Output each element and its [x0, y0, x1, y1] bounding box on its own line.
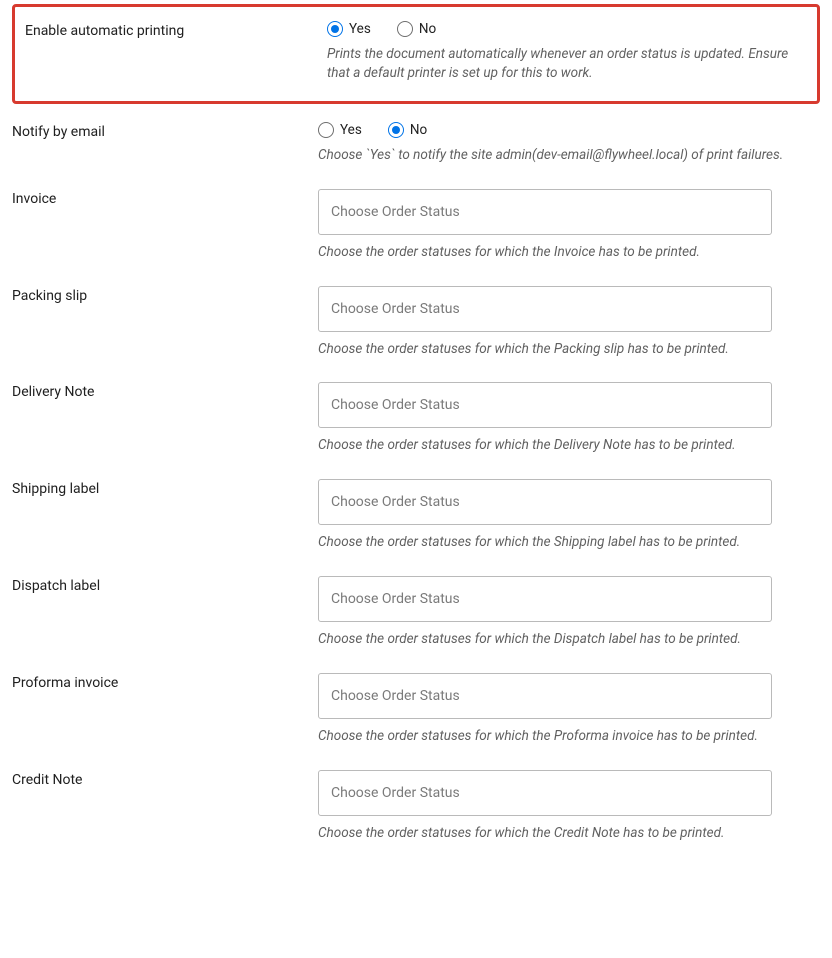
credit-row: Credit Note Choose Order Status Choose t… [12, 760, 820, 857]
notify-email-row: Notify by email Yes No Choose `Yes` to n… [12, 112, 820, 179]
shipping-label: Shipping label [12, 479, 318, 552]
credit-desc: Choose the order statuses for which the … [318, 824, 820, 843]
notify-email-no-radio[interactable]: No [388, 122, 427, 138]
enable-printing-yes-radio[interactable]: Yes [327, 21, 371, 37]
proforma-status-select[interactable]: Choose Order Status [318, 673, 772, 719]
credit-label: Credit Note [12, 770, 318, 843]
radio-on-icon [388, 122, 404, 138]
notify-email-no-label: No [410, 122, 427, 138]
enable-auto-printing-row: Enable automatic printing Yes No Prints … [21, 21, 811, 83]
enable-auto-printing-desc: Prints the document automatically whenev… [327, 45, 811, 83]
dispatch-label: Dispatch label [12, 576, 318, 649]
notify-email-yes-radio[interactable]: Yes [318, 122, 362, 138]
proforma-row: Proforma invoice Choose Order Status Cho… [12, 663, 820, 760]
notify-email-desc: Choose `Yes` to notify the site admin(de… [318, 146, 820, 165]
invoice-row: Invoice Choose Order Status Choose the o… [12, 179, 820, 276]
packing-status-select[interactable]: Choose Order Status [318, 286, 772, 332]
dispatch-row: Dispatch label Choose Order Status Choos… [12, 566, 820, 663]
delivery-field: Choose Order Status Choose the order sta… [318, 382, 820, 455]
enable-printing-no-radio[interactable]: No [397, 21, 436, 37]
notify-email-radios: Yes No [318, 122, 820, 138]
packing-desc: Choose the order statuses for which the … [318, 340, 820, 359]
radio-off-icon [397, 21, 413, 37]
shipping-status-select[interactable]: Choose Order Status [318, 479, 772, 525]
shipping-field: Choose Order Status Choose the order sta… [318, 479, 820, 552]
packing-label: Packing slip [12, 286, 318, 359]
radio-off-icon [318, 122, 334, 138]
dispatch-status-select[interactable]: Choose Order Status [318, 576, 772, 622]
credit-field: Choose Order Status Choose the order sta… [318, 770, 820, 843]
enable-printing-yes-label: Yes [349, 21, 371, 37]
dispatch-field: Choose Order Status Choose the order sta… [318, 576, 820, 649]
notify-email-yes-label: Yes [340, 122, 362, 138]
shipping-row: Shipping label Choose Order Status Choos… [12, 469, 820, 566]
invoice-label: Invoice [12, 189, 318, 262]
dispatch-desc: Choose the order statuses for which the … [318, 630, 820, 649]
enable-printing-no-label: No [419, 21, 436, 37]
proforma-label: Proforma invoice [12, 673, 318, 746]
shipping-desc: Choose the order statuses for which the … [318, 533, 820, 552]
invoice-status-select[interactable]: Choose Order Status [318, 189, 772, 235]
settings-form: Enable automatic printing Yes No Prints … [0, 4, 832, 877]
enable-auto-printing-highlight: Enable automatic printing Yes No Prints … [12, 4, 820, 104]
packing-row: Packing slip Choose Order Status Choose … [12, 276, 820, 373]
delivery-label: Delivery Note [12, 382, 318, 455]
radio-on-icon [327, 21, 343, 37]
enable-auto-printing-label: Enable automatic printing [21, 21, 327, 83]
delivery-desc: Choose the order statuses for which the … [318, 436, 820, 455]
notify-email-field: Yes No Choose `Yes` to notify the site a… [318, 122, 820, 165]
credit-status-select[interactable]: Choose Order Status [318, 770, 772, 816]
packing-field: Choose Order Status Choose the order sta… [318, 286, 820, 359]
notify-email-label: Notify by email [12, 122, 318, 165]
enable-auto-printing-radios: Yes No [327, 21, 811, 37]
proforma-desc: Choose the order statuses for which the … [318, 727, 820, 746]
enable-auto-printing-field: Yes No Prints the document automatically… [327, 21, 811, 83]
delivery-row: Delivery Note Choose Order Status Choose… [12, 372, 820, 469]
delivery-status-select[interactable]: Choose Order Status [318, 382, 772, 428]
invoice-field: Choose Order Status Choose the order sta… [318, 189, 820, 262]
invoice-desc: Choose the order statuses for which the … [318, 243, 820, 262]
proforma-field: Choose Order Status Choose the order sta… [318, 673, 820, 746]
